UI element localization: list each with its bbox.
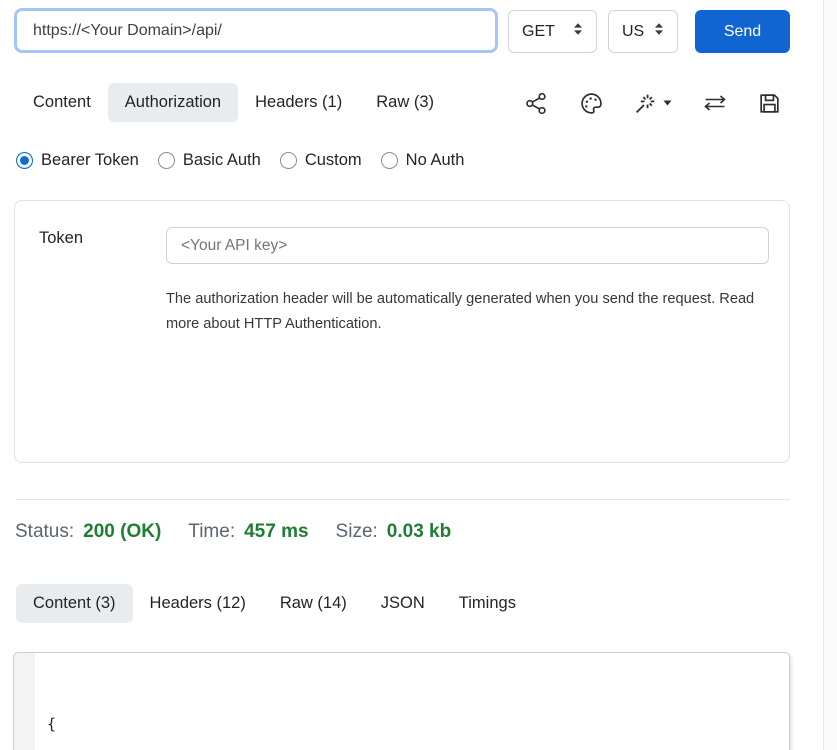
tab-raw[interactable]: Raw (3) (359, 83, 451, 122)
api-client-page: GET US Send Content Authorization Header… (0, 0, 837, 750)
page-scroll-gutter (823, 0, 837, 750)
bearer-token-panel: Token The authorization header will be a… (14, 200, 790, 463)
tab-headers[interactable]: Headers (1) (238, 83, 359, 122)
magic-wand-icon[interactable] (633, 91, 672, 116)
share-icon[interactable] (524, 91, 549, 116)
token-help-text: The authorization header will be automat… (166, 287, 766, 337)
region-select[interactable]: US (608, 10, 678, 53)
time-label: Time: (188, 521, 235, 543)
response-tabs: Content (3) Headers (12) Raw (14) JSON T… (16, 584, 533, 623)
radio-dot (381, 152, 398, 169)
response-body-viewer: { "message": "API running." } (13, 652, 790, 750)
time-value: 457 ms (244, 521, 308, 543)
url-input[interactable] (14, 8, 498, 53)
status-pair: Status: 200 (OK) (15, 521, 161, 543)
radio-basic-auth[interactable]: Basic Auth (158, 151, 261, 170)
radio-label: Bearer Token (41, 151, 139, 170)
size-pair: Size: 0.03 kb (336, 521, 452, 543)
tab-content[interactable]: Content (16, 83, 108, 122)
caret-down-icon (663, 100, 672, 106)
time-pair: Time: 457 ms (188, 521, 308, 543)
method-select-value: GET (522, 23, 555, 41)
radio-label: Basic Auth (183, 151, 261, 170)
status-value: 200 (OK) (83, 521, 161, 543)
method-select[interactable]: GET (508, 10, 597, 53)
token-label: Token (39, 229, 83, 248)
tab-response-raw[interactable]: Raw (14) (263, 584, 364, 623)
radio-label: Custom (305, 151, 362, 170)
tab-response-content[interactable]: Content (3) (16, 584, 133, 623)
send-button[interactable]: Send (695, 10, 790, 53)
size-value: 0.03 kb (387, 521, 451, 543)
swap-arrows-icon[interactable] (702, 91, 728, 115)
updown-caret-icon (573, 22, 583, 41)
updown-caret-icon (654, 22, 664, 41)
tab-response-headers[interactable]: Headers (12) (133, 584, 263, 623)
size-label: Size: (336, 521, 378, 543)
tab-authorization[interactable]: Authorization (108, 83, 238, 122)
radio-dot (280, 152, 297, 169)
radio-no-auth[interactable]: No Auth (381, 151, 465, 170)
response-json-body: { "message": "API running." } (47, 662, 309, 750)
response-status-row: Status: 200 (OK) Time: 457 ms Size: 0.03… (15, 521, 451, 543)
auth-type-options: Bearer Token Basic Auth Custom No Auth (16, 151, 464, 170)
code-line: { (47, 712, 309, 737)
radio-dot (158, 152, 175, 169)
token-input[interactable] (166, 227, 769, 264)
request-tabs: Content Authorization Headers (1) Raw (3… (16, 83, 451, 122)
tab-response-timings[interactable]: Timings (442, 584, 533, 623)
section-divider (16, 499, 790, 500)
code-gutter (14, 653, 35, 750)
request-toolbar (524, 88, 782, 118)
radio-dot (16, 152, 33, 169)
tab-response-json[interactable]: JSON (364, 584, 442, 623)
status-label: Status: (15, 521, 74, 543)
radio-label: No Auth (406, 151, 465, 170)
palette-icon[interactable] (579, 91, 604, 116)
radio-bearer-token[interactable]: Bearer Token (16, 151, 139, 170)
save-icon[interactable] (757, 91, 782, 116)
region-select-value: US (622, 23, 644, 41)
radio-custom[interactable]: Custom (280, 151, 362, 170)
